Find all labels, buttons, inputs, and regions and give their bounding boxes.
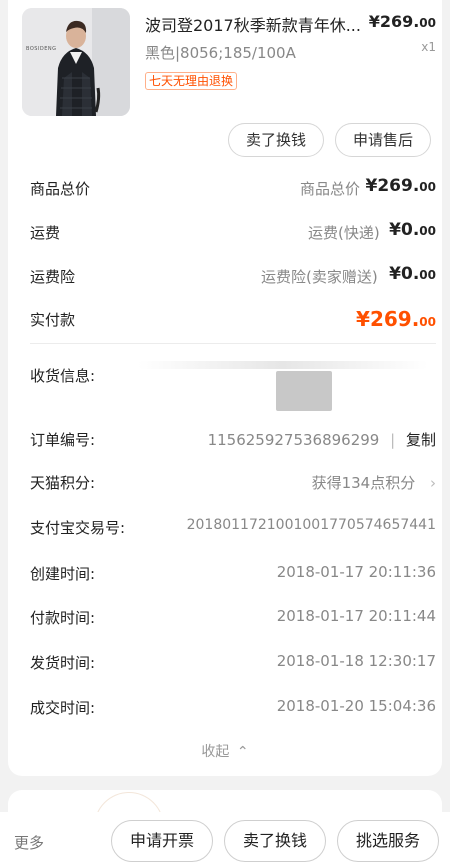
order-number-group: 115625927536896299 | 复制 bbox=[208, 429, 436, 450]
resell-button[interactable]: 卖了换钱 bbox=[228, 123, 324, 157]
more-link[interactable]: 更多 bbox=[14, 832, 44, 853]
after-sale-button[interactable]: 申请售后 bbox=[335, 123, 431, 157]
brand-logo: BOSIDENG bbox=[26, 46, 57, 52]
bottom-action-bar: 更多 申请开票 卖了换钱 挑选服务 bbox=[0, 812, 450, 868]
paid-amount-label: 实付款 bbox=[30, 311, 76, 329]
product-quantity: x1 bbox=[421, 40, 436, 54]
copy-separator: | bbox=[390, 431, 396, 449]
shipping-fee-price: ¥0.00 bbox=[389, 220, 436, 240]
order-number-row: 订单编号: 115625927536896299 | 复制 bbox=[30, 427, 436, 451]
shipping-info-label: 收货信息: bbox=[30, 367, 96, 385]
chevron-up-icon: ⌃ bbox=[236, 744, 249, 760]
shipped-time-row: 发货时间: 2018-01-18 12:30:17 bbox=[30, 650, 436, 674]
tmall-points-row[interactable]: 天猫积分: 获得134点积分 › bbox=[30, 470, 436, 494]
created-time-label: 创建时间: bbox=[30, 565, 96, 583]
product-price: ¥269.00 bbox=[368, 12, 436, 31]
order-number-value: 115625927536896299 bbox=[207, 431, 380, 449]
paid-time-row: 付款时间: 2018-01-17 20:11:44 bbox=[30, 605, 436, 629]
bottom-resell-button[interactable]: 卖了换钱 bbox=[224, 820, 326, 862]
shipping-fee-label: 运费 bbox=[30, 224, 61, 242]
completed-time-label: 成交时间: bbox=[30, 699, 96, 717]
completed-time-value: 2018-01-20 15:04:36 bbox=[276, 697, 436, 715]
paid-time-value: 2018-01-17 20:11:44 bbox=[276, 607, 436, 625]
shipping-insurance-price: ¥0.00 bbox=[389, 264, 436, 284]
alipay-trade-label: 支付宝交易号: bbox=[30, 519, 126, 537]
alipay-trade-value: 2018011721001001770574657441 bbox=[186, 517, 436, 533]
shipped-time-value: 2018-01-18 12:30:17 bbox=[276, 652, 436, 670]
product-spec: 黑色|8056;185/100A bbox=[145, 44, 296, 62]
redacted-address-line bbox=[138, 361, 428, 369]
copy-button[interactable]: 复制 bbox=[406, 431, 436, 449]
order-number-label: 订单编号: bbox=[30, 431, 96, 449]
tmall-points-value: 获得134点积分 bbox=[311, 474, 416, 492]
return-policy-badge: 七天无理由退换 bbox=[145, 72, 238, 90]
redacted-address-block bbox=[276, 371, 332, 411]
tmall-points-label: 天猫积分: bbox=[30, 474, 96, 492]
paid-time-label: 付款时间: bbox=[30, 609, 96, 627]
created-time-row: 创建时间: 2018-01-17 20:11:36 bbox=[30, 561, 436, 585]
product-item[interactable]: BOSIDENG 波司登2017秋季新款青年休... ¥269.00 x1 黑色… bbox=[22, 8, 436, 118]
shipping-insurance-sub: 运费险(卖家赠送) bbox=[261, 268, 378, 286]
select-services-button[interactable]: 挑选服务 bbox=[337, 820, 439, 862]
paid-amount-price: ¥269.00 bbox=[356, 307, 436, 331]
collapse-toggle[interactable]: 收起 ⌃ bbox=[8, 741, 442, 761]
chevron-right-icon: › bbox=[430, 474, 436, 492]
shipping-fee-row: 运费 运费(快递) ¥0.00 bbox=[30, 220, 436, 244]
product-thumbnail[interactable]: BOSIDENG bbox=[22, 8, 130, 116]
alipay-trade-row: 支付宝交易号: 2018011721001001770574657441 bbox=[30, 515, 436, 539]
goods-total-sub: 商品总价 bbox=[300, 180, 361, 198]
goods-total-label: 商品总价 bbox=[30, 180, 91, 198]
paid-amount-row: 实付款 ¥269.00 bbox=[30, 307, 436, 331]
product-title[interactable]: 波司登2017秋季新款青年休... bbox=[145, 12, 361, 36]
goods-total-row: 商品总价 商品总价 ¥269.00 bbox=[30, 176, 436, 200]
tmall-points-group: 获得134点积分 › bbox=[312, 472, 436, 493]
created-time-value: 2018-01-17 20:11:36 bbox=[276, 563, 436, 581]
jacket-model-image bbox=[22, 8, 130, 116]
invoice-button[interactable]: 申请开票 bbox=[111, 820, 213, 862]
goods-total-price: ¥269.00 bbox=[365, 176, 436, 196]
shipping-fee-sub: 运费(快递) bbox=[308, 224, 380, 242]
summary-divider bbox=[30, 343, 436, 344]
order-detail-card: BOSIDENG 波司登2017秋季新款青年休... ¥269.00 x1 黑色… bbox=[8, 0, 442, 776]
completed-time-row: 成交时间: 2018-01-20 15:04:36 bbox=[30, 695, 436, 719]
shipping-insurance-row: 运费险 运费险(卖家赠送) ¥0.00 bbox=[30, 264, 436, 288]
shipped-time-label: 发货时间: bbox=[30, 654, 96, 672]
collapse-label: 收起 bbox=[201, 744, 230, 760]
shipping-insurance-label: 运费险 bbox=[30, 268, 76, 286]
